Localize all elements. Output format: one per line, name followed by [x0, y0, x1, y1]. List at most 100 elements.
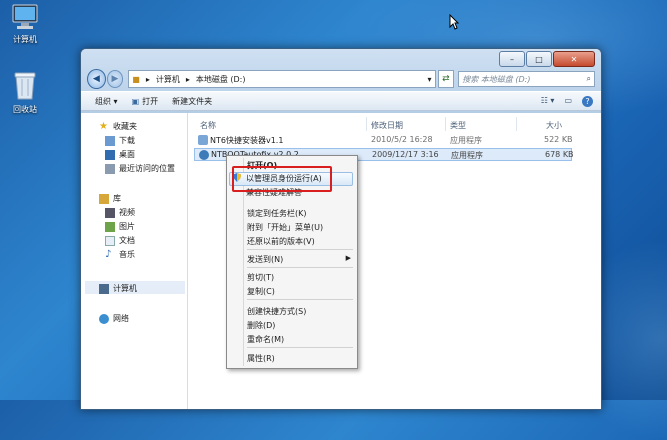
organize-button[interactable]: 组织 ▾ — [95, 96, 118, 107]
sidebar-item-label: 计算机 — [113, 284, 137, 293]
column-header-type[interactable]: 类型 — [450, 120, 466, 131]
breadcrumb-drive-d[interactable]: 本地磁盘 (D:) — [196, 74, 246, 85]
title-bar: – □ ✕ ◀ ▶ ■ ▸ 计算机 ▸ 本地磁盘 (D:) ▾ ⇄ 搜索 本地磁… — [81, 49, 601, 113]
menu-item-restore-versions[interactable]: 还原以前的版本(V) — [247, 236, 315, 247]
annotation-highlight-box — [232, 166, 332, 192]
column-header-name[interactable]: 名称 — [200, 120, 216, 131]
computer-icon — [99, 283, 109, 294]
open-icon: ▣ — [131, 96, 140, 106]
file-size: 522 KB — [544, 135, 573, 144]
help-icon[interactable]: ? — [582, 95, 593, 107]
sidebar-item-computer[interactable]: 计算机 — [99, 283, 137, 294]
command-bar: 组织 ▾ ▣ 打开 新建文件夹 ☷ ▾ ▭ ? — [81, 91, 601, 111]
sidebar-item-music[interactable]: ♪ 音乐 — [105, 249, 135, 260]
sidebar-item-documents[interactable]: 文档 — [105, 235, 135, 246]
search-icon: ⌕ — [586, 74, 591, 83]
sidebar-item-label: 音乐 — [119, 250, 135, 259]
file-name: NT6快捷安装器v1.1 — [210, 136, 284, 145]
sidebar-item-downloads[interactable]: 下载 — [105, 135, 135, 146]
desktop-icon-computer[interactable]: 计算机 — [0, 4, 50, 45]
maximize-button[interactable]: □ — [526, 51, 552, 67]
open-label: 打开 — [142, 96, 159, 106]
column-header-modified[interactable]: 修改日期 — [371, 120, 403, 131]
column-divider — [516, 117, 517, 131]
sidebar-item-label: 下载 — [119, 136, 135, 145]
file-modified: 2010/5/2 16:28 — [371, 135, 433, 144]
menu-item-delete[interactable]: 删除(D) — [247, 320, 275, 331]
menu-item-pin-start[interactable]: 附到「开始」菜单(U) — [247, 222, 323, 233]
desktop-icon-label: 计算机 — [13, 35, 37, 44]
back-button[interactable]: ◀ — [87, 69, 106, 89]
minimize-button[interactable]: – — [499, 51, 525, 67]
menu-item-create-shortcut[interactable]: 创建快捷方式(S) — [247, 306, 306, 317]
sidebar-item-favorites[interactable]: ★ 收藏夹 — [99, 121, 137, 132]
downloads-icon — [105, 135, 115, 146]
submenu-arrow-icon: ▶ — [345, 254, 351, 262]
window-controls: – □ ✕ — [498, 51, 595, 67]
star-icon: ★ — [99, 120, 108, 132]
view-options-icon[interactable]: ☷ ▾ — [541, 96, 555, 107]
file-row[interactable]: NT6快捷安装器v1.1 2010/5/2 16:28 应用程序 522 KB — [194, 134, 573, 147]
sidebar-item-label: 文档 — [119, 236, 135, 245]
refresh-button[interactable]: ⇄ — [437, 70, 455, 88]
menu-separator — [247, 299, 353, 300]
navigation-pane: ★ 收藏夹 下载 桌面 最近访问的位置 库 视频 图片 文档 ♪ 音乐 计算机 … — [81, 113, 188, 409]
file-size: 678 KB — [545, 150, 574, 159]
sidebar-item-label: 网络 — [113, 314, 129, 323]
navigation-bar: ◀ ▶ ■ ▸ 计算机 ▸ 本地磁盘 (D:) ▾ ⇄ 搜索 本地磁盘 (D:)… — [87, 69, 595, 89]
document-icon — [105, 235, 115, 246]
sidebar-item-libraries[interactable]: 库 — [99, 193, 121, 204]
address-separator: ▸ — [145, 74, 150, 84]
menu-item-properties[interactable]: 属性(R) — [247, 353, 275, 364]
open-button[interactable]: ▣ 打开 — [132, 96, 159, 107]
application-icon — [198, 135, 208, 145]
address-separator: ▸ — [185, 74, 190, 84]
column-header-size[interactable]: 大小 — [546, 120, 562, 131]
sidebar-item-label: 图片 — [119, 222, 135, 231]
desktop-icon-label: 回收站 — [13, 105, 37, 114]
menu-item-send-to[interactable]: 发送到(N) — [247, 254, 283, 265]
recycle-bin-icon — [14, 72, 36, 100]
chevron-down-icon[interactable]: ▾ — [428, 75, 432, 84]
column-divider — [445, 117, 446, 131]
sidebar-item-desktop[interactable]: 桌面 — [105, 149, 135, 160]
sidebar-item-label: 收藏夹 — [113, 122, 137, 131]
view-controls: ☷ ▾ ▭ ? — [531, 95, 593, 107]
file-type: 应用程序 — [451, 151, 483, 160]
new-folder-button[interactable]: 新建文件夹 — [172, 96, 212, 107]
menu-item-pin-taskbar[interactable]: 锁定到任务栏(K) — [247, 208, 307, 219]
sidebar-item-label: 最近访问的位置 — [119, 164, 175, 173]
search-input[interactable]: 搜索 本地磁盘 (D:) ⌕ — [458, 71, 595, 87]
close-button[interactable]: ✕ — [553, 51, 595, 67]
sidebar-item-recent[interactable]: 最近访问的位置 — [105, 163, 175, 174]
sidebar-item-label: 库 — [113, 194, 121, 203]
library-icon — [99, 193, 109, 204]
desktop-icon — [105, 149, 115, 160]
menu-separator — [247, 267, 353, 268]
application-icon — [199, 150, 209, 160]
file-type: 应用程序 — [450, 136, 482, 145]
forward-button[interactable]: ▶ — [106, 70, 124, 88]
sidebar-item-network[interactable]: 网络 — [99, 313, 129, 324]
menu-separator — [247, 347, 353, 348]
menu-item-rename[interactable]: 重命名(M) — [247, 334, 284, 345]
picture-icon — [105, 221, 115, 232]
sidebar-item-videos[interactable]: 视频 — [105, 207, 135, 218]
computer-icon — [12, 4, 38, 29]
mouse-pointer-icon — [449, 14, 459, 30]
network-icon — [99, 313, 109, 324]
file-modified: 2009/12/17 3:16 — [372, 150, 439, 159]
address-bar[interactable]: ■ ▸ 计算机 ▸ 本地磁盘 (D:) ▾ — [128, 70, 436, 88]
sidebar-item-pictures[interactable]: 图片 — [105, 221, 135, 232]
menu-separator — [247, 249, 353, 250]
desktop-icon-recycle-bin[interactable]: 回收站 — [0, 70, 50, 115]
music-icon: ♪ — [105, 248, 112, 260]
menu-item-cut[interactable]: 剪切(T) — [247, 272, 274, 283]
sidebar-item-label: 视频 — [119, 208, 135, 217]
column-divider — [366, 117, 367, 131]
sidebar-item-label: 桌面 — [119, 150, 135, 159]
video-icon — [105, 207, 115, 218]
breadcrumb-computer[interactable]: 计算机 — [156, 74, 180, 85]
preview-pane-icon[interactable]: ▭ — [564, 96, 572, 107]
menu-item-copy[interactable]: 复制(C) — [247, 286, 275, 297]
